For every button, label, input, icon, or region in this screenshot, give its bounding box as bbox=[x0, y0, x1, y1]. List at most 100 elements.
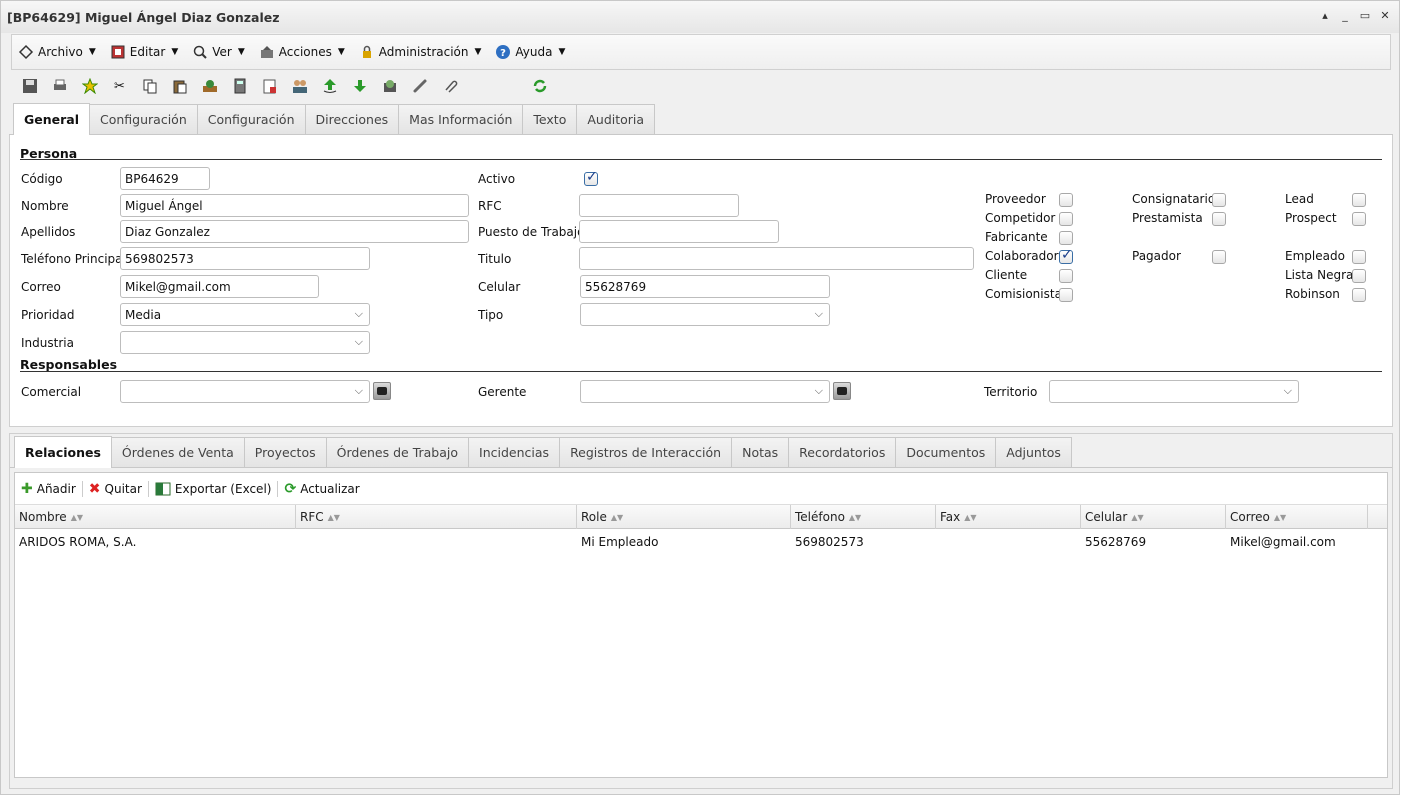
tab-configuracion-1[interactable]: Configuración bbox=[89, 104, 198, 134]
titulo-field[interactable] bbox=[579, 247, 974, 270]
print-icon[interactable] bbox=[51, 78, 68, 95]
column-header-celular[interactable]: Celular ▲▼ bbox=[1081, 505, 1226, 529]
rfc-field[interactable] bbox=[579, 194, 739, 217]
download-icon[interactable] bbox=[351, 78, 368, 95]
sort-icon: ▲▼ bbox=[1131, 512, 1144, 522]
tab-relaciones[interactable]: Relaciones bbox=[14, 436, 112, 468]
add-button[interactable]: ✚ Añadir bbox=[21, 480, 83, 497]
excel-icon bbox=[155, 482, 171, 495]
lead-checkbox[interactable] bbox=[1352, 193, 1366, 207]
tab-adjuntos[interactable]: Adjuntos bbox=[995, 437, 1072, 467]
favorite-icon[interactable] bbox=[81, 78, 98, 95]
tab-ordenes-trabajo[interactable]: Órdenes de Trabajo bbox=[325, 437, 470, 467]
apellidos-field[interactable]: Diaz Gonzalez bbox=[120, 220, 469, 243]
refresh-icon[interactable] bbox=[531, 78, 548, 95]
menu-administracion[interactable]: Administración ▼ bbox=[359, 44, 481, 60]
grid-toolbar: ✚ Añadir ✖ Quitar Exportar (Excel) ⟳ Actual… bbox=[15, 473, 1387, 505]
prioridad-select[interactable]: Media ⌵ bbox=[120, 303, 370, 326]
column-header-telefono[interactable]: Teléfono ▲▼ bbox=[791, 505, 936, 529]
cut-icon[interactable]: ✂ bbox=[111, 78, 128, 95]
industria-select[interactable]: ⌵ bbox=[120, 331, 370, 354]
tab-incidencias[interactable]: Incidencias bbox=[468, 437, 561, 467]
comisionista-checkbox[interactable] bbox=[1059, 288, 1073, 302]
comercial-lookup-icon[interactable] bbox=[373, 382, 391, 400]
menu-archivo[interactable]: Archivo ▼ bbox=[18, 44, 96, 60]
help-icon: ? bbox=[496, 45, 511, 59]
close-icon[interactable]: ✕ bbox=[1379, 9, 1391, 22]
view-icon bbox=[193, 45, 207, 59]
section-responsables: Responsables bbox=[20, 357, 118, 372]
tab-documentos[interactable]: Documentos bbox=[895, 437, 997, 467]
tab-general[interactable]: General bbox=[13, 103, 90, 135]
menu-ayuda[interactable]: ? Ayuda ▼ bbox=[495, 44, 565, 60]
column-header-fax[interactable]: Fax ▲▼ bbox=[936, 505, 1081, 529]
robinson-checkbox[interactable] bbox=[1352, 288, 1366, 302]
column-header-role[interactable]: Role ▲▼ bbox=[577, 505, 791, 529]
process-icon[interactable] bbox=[201, 78, 218, 95]
tab-recordatorios[interactable]: Recordatorios bbox=[788, 437, 897, 467]
gerente-lookup-icon[interactable] bbox=[833, 382, 851, 400]
tipo-select[interactable]: ⌵ bbox=[580, 303, 830, 326]
window-controls: ▴ _ ▭ ✕ bbox=[1319, 9, 1391, 22]
fabricante-checkbox[interactable] bbox=[1059, 231, 1073, 245]
prestamista-checkbox[interactable] bbox=[1212, 212, 1226, 226]
tab-direcciones[interactable]: Direcciones bbox=[304, 104, 400, 134]
territorio-select[interactable]: ⌵ bbox=[1049, 380, 1299, 403]
minimize-icon[interactable]: _ bbox=[1339, 9, 1351, 22]
save-icon[interactable] bbox=[21, 78, 38, 95]
remove-button[interactable]: ✖ Quitar bbox=[89, 480, 149, 497]
column-header-rfc[interactable]: RFC ▲▼ bbox=[296, 505, 577, 529]
column-header-nombre[interactable]: Nombre ▲▼ bbox=[15, 505, 296, 529]
link-icon[interactable] bbox=[411, 78, 428, 95]
column-title: Nombre bbox=[19, 510, 67, 524]
refresh-button[interactable]: ⟳ Actualizar bbox=[284, 481, 365, 497]
prospect-checkbox[interactable] bbox=[1352, 212, 1366, 226]
paste-icon[interactable] bbox=[171, 78, 188, 95]
lista-negra-checkbox[interactable] bbox=[1352, 269, 1366, 283]
collapse-icon[interactable]: ▴ bbox=[1319, 9, 1331, 22]
menu-ver[interactable]: Ver ▼ bbox=[192, 44, 245, 60]
archive-icon[interactable] bbox=[381, 78, 398, 95]
cliente-checkbox[interactable] bbox=[1059, 269, 1073, 283]
tab-ordenes-venta[interactable]: Órdenes de Venta bbox=[110, 437, 245, 467]
consignatario-checkbox[interactable] bbox=[1212, 193, 1226, 207]
tab-texto[interactable]: Texto bbox=[522, 104, 578, 134]
upload-icon[interactable] bbox=[321, 78, 338, 95]
telefono-field[interactable]: 569802573 bbox=[120, 247, 370, 270]
table-row[interactable]: ARIDOS ROMA, S.A. Mi Empleado 569802573 … bbox=[15, 530, 1387, 554]
tab-auditoria[interactable]: Auditoria bbox=[576, 104, 656, 134]
menu-editar[interactable]: Editar ▼ bbox=[110, 44, 178, 60]
menu-acciones[interactable]: Acciones ▼ bbox=[259, 44, 345, 60]
export-excel-button[interactable]: Exportar (Excel) bbox=[155, 480, 279, 497]
report-icon[interactable] bbox=[261, 78, 278, 95]
industria-label: Industria bbox=[21, 336, 74, 350]
tab-mas-informacion[interactable]: Mas Información bbox=[398, 104, 524, 134]
tab-registros-interaccion[interactable]: Registros de Interacción bbox=[559, 437, 733, 467]
proveedor-checkbox[interactable] bbox=[1059, 193, 1073, 207]
attachment-icon[interactable] bbox=[441, 78, 458, 95]
competidor-checkbox[interactable] bbox=[1059, 212, 1073, 226]
puesto-field[interactable] bbox=[579, 220, 779, 243]
gerente-select[interactable]: ⌵ bbox=[580, 380, 830, 403]
empleado-checkbox[interactable] bbox=[1352, 250, 1366, 264]
users-icon[interactable] bbox=[291, 78, 308, 95]
maximize-icon[interactable]: ▭ bbox=[1359, 9, 1371, 22]
copy-icon[interactable] bbox=[141, 78, 158, 95]
nombre-label: Nombre bbox=[21, 199, 69, 213]
codigo-field[interactable]: BP64629 bbox=[120, 167, 210, 190]
tab-notas[interactable]: Notas bbox=[731, 437, 790, 467]
pagador-checkbox[interactable] bbox=[1212, 250, 1226, 264]
calculator-icon[interactable] bbox=[231, 78, 248, 95]
column-title: Role bbox=[581, 510, 607, 524]
celular-field[interactable]: 55628769 bbox=[580, 275, 830, 298]
correo-label: Correo bbox=[21, 280, 61, 294]
tab-proyectos[interactable]: Proyectos bbox=[243, 437, 327, 467]
tab-configuracion-2[interactable]: Configuración bbox=[196, 104, 306, 134]
comercial-select[interactable]: ⌵ bbox=[120, 380, 370, 403]
correo-field[interactable]: Mikel@gmail.com bbox=[120, 275, 319, 298]
activo-checkbox[interactable]: ✓ bbox=[584, 169, 598, 186]
column-header-correo[interactable]: Correo ▲▼ bbox=[1226, 505, 1368, 529]
nombre-field[interactable]: Miguel Ángel bbox=[120, 194, 469, 217]
colaborador-checkbox[interactable]: ✓ bbox=[1059, 247, 1073, 264]
grid-header: Nombre ▲▼ RFC ▲▼ Role ▲▼ Teléfono ▲▼ Fax ▲▼ C… bbox=[15, 505, 1387, 529]
